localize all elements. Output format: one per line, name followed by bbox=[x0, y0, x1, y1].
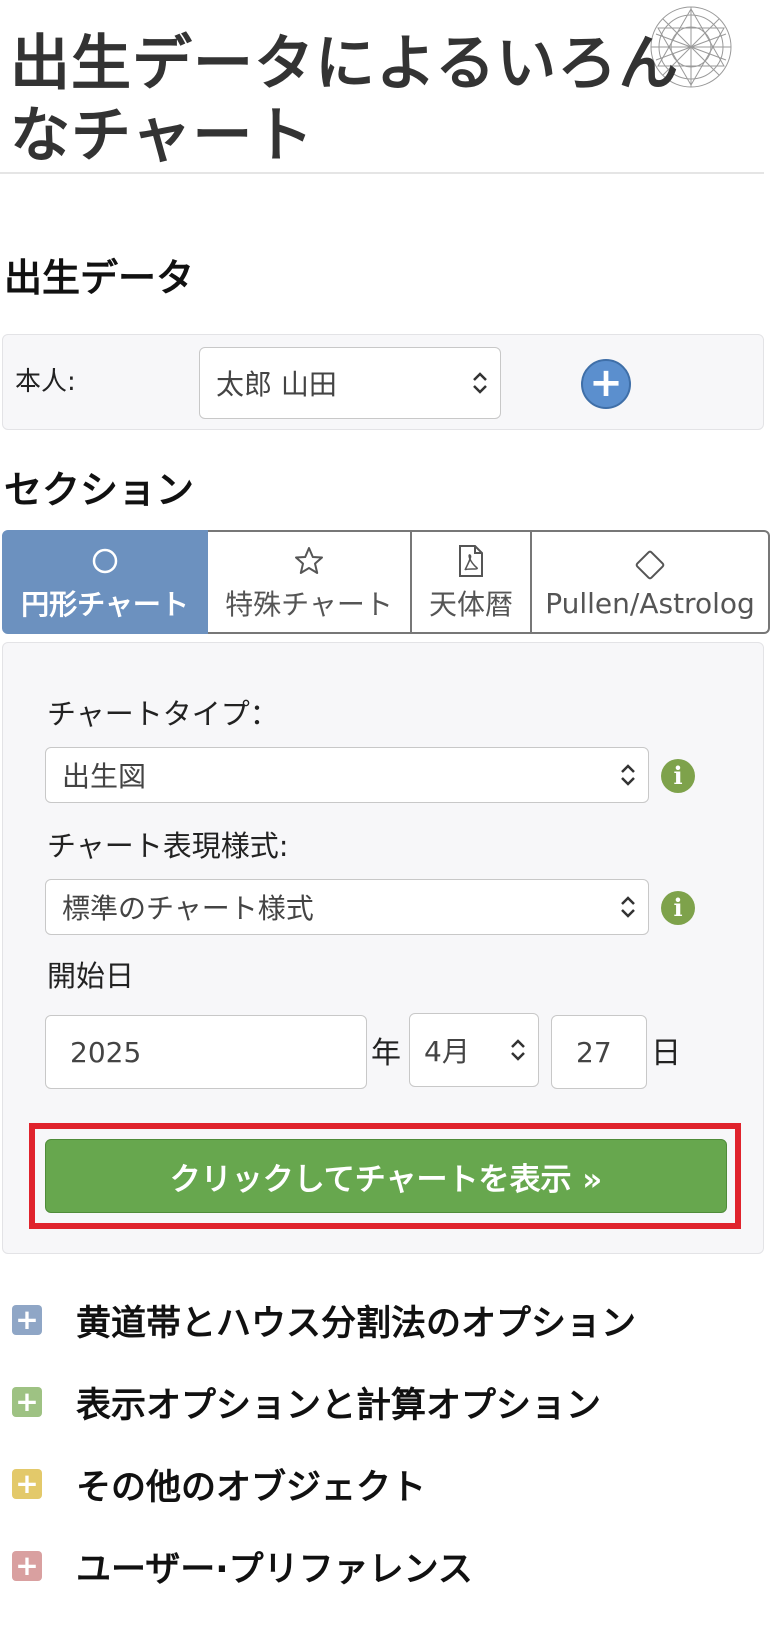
other-objects-toggle[interactable]: + その他のオブジェクト bbox=[12, 1459, 426, 1509]
month-select[interactable]: 4月 bbox=[409, 1013, 539, 1087]
star-icon bbox=[293, 541, 325, 581]
zodiac-house-options-toggle[interactable]: + 黄道帯とハウス分割法のオプション bbox=[12, 1295, 636, 1345]
chart-type-value: 出生図 bbox=[62, 760, 147, 793]
tab-label: 円形チャート bbox=[21, 588, 189, 621]
pdf-file-icon bbox=[457, 541, 485, 581]
expand-plus-icon: + bbox=[12, 1387, 42, 1417]
circle-icon bbox=[90, 541, 120, 581]
chart-type-select[interactable]: 出生図 bbox=[45, 747, 649, 803]
chart-type-label: チャートタイプ： bbox=[47, 697, 279, 731]
tab-circle-chart[interactable]: 円形チャート bbox=[2, 530, 208, 634]
chart-form-panel: チャートタイプ： 出生図 i チャート表現様式: 標準のチャート様式 i 開始日… bbox=[2, 642, 764, 1254]
title-divider bbox=[0, 172, 764, 174]
diamond-icon bbox=[633, 545, 667, 585]
tab-pullen-astrolog[interactable]: Pullen/Astrolog bbox=[532, 530, 770, 634]
expand-plus-icon: + bbox=[12, 1551, 42, 1581]
option-label: 黄道帯とハウス分割法のオプション bbox=[76, 1303, 637, 1344]
tab-label: 特殊チャート bbox=[225, 588, 393, 621]
option-label: 表示オプションと計算オプション bbox=[76, 1385, 602, 1426]
expand-plus-icon: + bbox=[12, 1305, 42, 1335]
tab-ephemeris[interactable]: 天体暦 bbox=[412, 530, 532, 634]
tab-label: Pullen/Astrolog bbox=[545, 586, 755, 620]
add-person-button[interactable]: + bbox=[581, 359, 631, 409]
option-label: その他のオブジェクト bbox=[76, 1467, 427, 1508]
birth-data-heading: 出生データ bbox=[4, 256, 195, 300]
tab-label: 天体暦 bbox=[428, 588, 513, 621]
person-select[interactable]: 太郎 山田 bbox=[199, 347, 501, 419]
chart-style-label: チャート表現様式: bbox=[47, 829, 289, 863]
show-chart-button[interactable]: クリックしてチャートを表示 » bbox=[45, 1139, 727, 1213]
select-chevron-icon bbox=[608, 880, 648, 934]
tab-special-chart[interactable]: 特殊チャート bbox=[208, 530, 412, 634]
chart-style-select[interactable]: 標準のチャート様式 bbox=[45, 879, 649, 935]
select-chevron-icon bbox=[498, 1014, 538, 1086]
select-chevron-icon bbox=[608, 748, 648, 802]
chart-style-value: 標準のチャート様式 bbox=[62, 892, 314, 925]
chart-style-info-icon[interactable]: i bbox=[661, 891, 695, 925]
year-input[interactable]: 2025 bbox=[45, 1015, 367, 1089]
year-unit-label: 年 bbox=[371, 1036, 401, 1071]
expand-plus-icon: + bbox=[12, 1469, 42, 1499]
chart-type-info-icon[interactable]: i bbox=[661, 759, 695, 793]
select-chevron-icon bbox=[460, 348, 500, 418]
option-label: ユーザー·プリファレンス bbox=[76, 1549, 473, 1590]
person-label: 本人: bbox=[15, 367, 76, 397]
user-preferences-toggle[interactable]: + ユーザー·プリファレンス bbox=[12, 1541, 473, 1591]
sections-heading: セクション bbox=[4, 468, 195, 512]
page-title: 出生データによるいろんなチャート bbox=[10, 29, 680, 171]
month-value: 4月 bbox=[424, 1035, 470, 1068]
day-input[interactable]: 27 bbox=[551, 1015, 647, 1089]
start-date-label: 開始日 bbox=[47, 959, 135, 993]
section-tabs: 円形チャート 特殊チャート 天体暦 Pullen/Astrolog bbox=[2, 530, 770, 634]
person-panel: 本人: 太郎 山田 + bbox=[2, 334, 764, 430]
display-calc-options-toggle[interactable]: + 表示オプションと計算オプション bbox=[12, 1377, 601, 1427]
day-unit-label: 日 bbox=[651, 1036, 681, 1071]
person-select-value: 太郎 山田 bbox=[216, 368, 337, 401]
